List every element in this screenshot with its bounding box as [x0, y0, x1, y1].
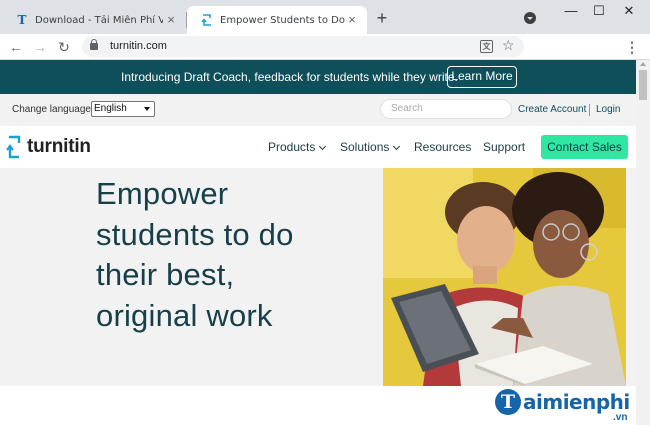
browser-tab-taimienphi[interactable]: T Download - Tải Miễn Phí VN - Ph ×	[2, 6, 186, 34]
window-close-icon[interactable]: ✕	[614, 2, 644, 22]
translate-icon[interactable]: 文	[480, 40, 493, 53]
search-input[interactable]: Search	[380, 99, 512, 119]
taimienphi-favicon-icon: T	[16, 13, 28, 27]
page-viewport: Introducing Draft Coach, feedback for st…	[0, 60, 636, 425]
browser-menu-icon[interactable]: ⋮	[624, 38, 640, 56]
announcement-bar: Introducing Draft Coach, feedback for st…	[0, 60, 636, 94]
lock-icon[interactable]	[90, 39, 98, 50]
turnitin-favicon-icon	[201, 14, 213, 26]
turnitin-logo-icon[interactable]	[6, 135, 22, 159]
nav-item-support[interactable]: Support	[483, 140, 525, 154]
utility-bar: Change language English Search Create Ac…	[0, 94, 636, 126]
reload-icon[interactable]: ↻	[54, 37, 74, 57]
tab-title: Download - Tải Miễn Phí VN - Ph	[35, 14, 163, 26]
nav-item-label: Solutions	[340, 140, 390, 154]
close-tab-icon[interactable]: ×	[345, 13, 359, 27]
watermark-suffix: .vn	[613, 412, 628, 423]
logo-text[interactable]: turnitin	[27, 136, 91, 158]
chevron-down-icon	[393, 142, 401, 151]
tab-search-icon[interactable]	[524, 12, 536, 24]
taimienphi-watermark: T aimienphi .vn	[495, 385, 635, 425]
hero-headline-line-2: students to do	[96, 217, 294, 252]
maximize-icon[interactable]: ☐	[584, 2, 614, 22]
browser-toolbar: ← → ↻ turnitin.com 文 ☆ ⋮	[0, 34, 650, 60]
learn-more-button[interactable]: Learn More	[447, 66, 517, 88]
create-account-link[interactable]: Create Account	[518, 104, 586, 115]
hero-headline-line-4: original work	[96, 298, 273, 333]
hero-headline-line-3: their best,	[96, 257, 235, 292]
browser-tab-strip: T Download - Tải Miễn Phí VN - Ph × Empo…	[0, 0, 650, 34]
nav-item-solutions[interactable]: Solutions	[340, 140, 401, 154]
forward-arrow-icon[interactable]: →	[30, 37, 50, 57]
browser-tab-turnitin[interactable]: Empower Students to Do Their Be ×	[187, 6, 367, 34]
url-text[interactable]: turnitin.com	[110, 40, 167, 52]
login-link[interactable]: Login	[596, 104, 620, 115]
change-language-label: Change language	[12, 104, 91, 115]
language-selected-value: English	[94, 103, 127, 114]
watermark-text: aimienphi	[523, 390, 630, 414]
favicon-letter: T	[17, 13, 27, 27]
main-navigation: turnitin Products Solutions Resources Su…	[0, 126, 636, 168]
back-arrow-icon[interactable]: ←	[6, 37, 26, 57]
close-tab-icon[interactable]: ×	[164, 13, 178, 27]
address-bar[interactable]: turnitin.com 文 ☆	[82, 36, 524, 57]
nav-item-label: Products	[268, 140, 316, 154]
hero-photo-students	[383, 168, 626, 386]
bookmark-star-icon[interactable]: ☆	[502, 37, 515, 54]
scrollbar-thumb[interactable]	[639, 70, 647, 100]
minimize-icon[interactable]: —	[556, 2, 586, 22]
hero-headline-line-1: Empower	[96, 176, 229, 211]
watermark-logo-icon: T	[495, 389, 521, 415]
language-select[interactable]: English	[91, 101, 155, 117]
chevron-down-icon	[144, 107, 150, 111]
scroll-up-arrow-icon[interactable]	[640, 62, 646, 66]
announcement-text: Introducing Draft Coach, feedback for st…	[121, 70, 458, 84]
nav-item-products[interactable]: Products	[268, 140, 327, 154]
utility-divider	[589, 104, 590, 116]
new-tab-button[interactable]: +	[372, 9, 392, 29]
page-scrollbar[interactable]	[636, 60, 650, 425]
tab-title: Empower Students to Do Their Be	[220, 14, 348, 26]
nav-item-resources[interactable]: Resources	[414, 140, 471, 154]
contact-sales-button[interactable]: Contact Sales	[541, 135, 628, 159]
chevron-down-icon	[319, 142, 327, 151]
